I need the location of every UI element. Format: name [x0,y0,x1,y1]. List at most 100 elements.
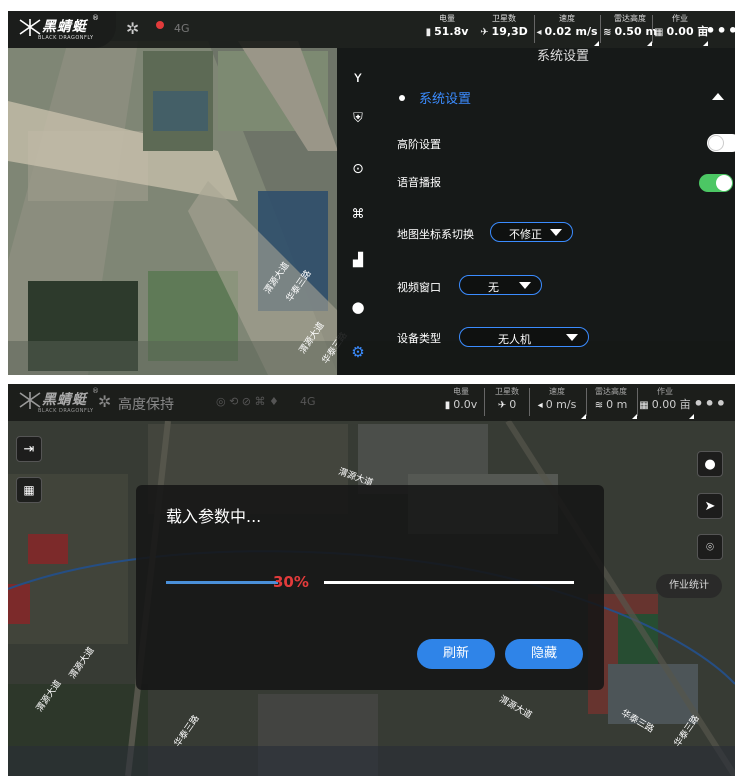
dialog-title: 载入参数中... [166,507,262,526]
drone-controller-icon[interactable]: ⌘ [349,205,367,223]
user-button[interactable]: ● [697,451,723,477]
radar-icon: ≋ [603,27,612,38]
fan-icon: ✲ [126,19,140,38]
exit-button[interactable]: ⇥ [16,436,42,462]
settings-sidebar: ʏ ⛨ ⊙ ⌘ ▟ ● ⚙ [337,48,379,375]
telemetry-value: 0.0v [453,398,478,411]
voice-broadcast-toggle[interactable] [699,174,733,192]
sprout-icon[interactable]: ʏ [349,68,367,86]
chevron-down-icon [550,229,562,236]
progress-remaining [324,581,574,584]
work-area-icon: ▦ [639,400,649,411]
corner-mark [594,41,599,46]
divider [586,388,587,416]
progress-text: 30% [273,573,309,591]
divider [600,15,601,43]
location-icon: ⌾ [706,539,714,555]
telemetry-value: 0 [509,398,517,411]
telemetry-work: 作业 ▦ 0.00 亩 [639,387,691,414]
navigate-icon: ➤ [704,498,716,514]
brand-subtitle: BLACK DRAGONFLY [38,408,94,414]
drone-icon [156,21,164,29]
coord-select[interactable]: 不修正 [490,222,573,242]
advanced-settings-toggle[interactable] [707,134,735,152]
radar-icon: ≋ [594,400,604,411]
brand-subtitle: BLACK DRAGONFLY [38,35,94,41]
loading-screen: 渭源大道 渭源大道 华泰三路 华泰三路 渭源大道 渭源大道 华泰三路 黑蜻蜓 ®… [8,384,735,776]
hide-button[interactable]: 隐藏 [505,639,583,669]
signal-label: 4G [174,22,190,35]
status-bar: 黑蜻蜓 ® BLACK DRAGONFLY ✲ 4G 电量 ▮ 51.8v 卫星数… [8,11,735,48]
telemetry-label: 电量 [453,387,469,396]
shield-icon[interactable]: ⛨ [349,109,367,127]
coord-select-value: 不修正 [509,228,542,241]
divider [484,388,485,416]
telemetry-value: 51.8v [434,25,469,38]
field-icon[interactable]: ▟ [349,251,367,269]
collapse-arrow-icon[interactable] [712,93,724,100]
work-stats-button[interactable]: 作业统计 [656,574,722,598]
more-menu-button[interactable]: ••• [693,394,727,413]
telemetry-label: 卫星数 [492,14,516,23]
battery-icon: ▮ [425,27,432,38]
work-area-icon: ▦ [654,27,664,38]
device-select-value: 无人机 [498,333,531,346]
settings-screen: 渭源大道 华泰三路 渭源大道 华泰三路 黑蜻蜓 ® BLACK DRAGONFL… [8,11,735,375]
telemetry-battery: 电量 ▮ 51.8v [422,14,472,41]
status-icons: ◎ ⟲ ⊘ ⌘ ♦ [216,395,279,408]
battery-icon: ▮ [444,400,451,411]
telemetry-label: 电量 [439,14,455,23]
telemetry-value: 19,3D [491,25,528,38]
location-button[interactable]: ⌾ [697,534,723,560]
video-select-value: 无 [488,281,499,294]
telemetry-label: 雷达高度 [595,387,627,396]
telemetry-value: 0.02 m/s [544,25,598,38]
satellite-icon: ✈ [497,400,507,411]
brand-logo: 黑蜻蜓 ® BLACK DRAGONFLY [8,11,116,48]
divider [637,388,638,416]
speed-icon: ◂ [537,400,543,411]
loading-dialog: 载入参数中... 30% 刷新 隐藏 [136,485,604,690]
advanced-settings-label: 高阶设置 [397,138,441,151]
user-icon: ● [704,456,716,472]
brand-name: 黑蜻蜓 [42,19,87,35]
telemetry-label: 作业 [672,14,688,23]
target-icon[interactable]: ⊙ [349,160,367,178]
section-bullet [399,95,405,101]
telemetry-label: 卫星数 [495,387,519,396]
grid-button[interactable]: ▦ [16,477,42,503]
telemetry-satellite: 卫星数 ✈ 19,3D [476,14,532,41]
telemetry-speed: 速度 ◂ 0.02 m/s [536,14,598,41]
signal-label: 4G [300,395,316,408]
telemetry-value: 0.00 亩 [651,398,691,411]
more-menu-button[interactable]: ••• [705,21,735,40]
satellite-icon: ✈ [480,27,489,38]
gear-icon[interactable]: ⚙ [349,343,367,361]
telemetry-radar: 雷达高度 ≋ 0.50 m [602,14,658,41]
coord-switch-label: 地图坐标系切换 [397,228,474,241]
exit-icon: ⇥ [23,441,35,457]
device-type-label: 设备类型 [397,332,441,345]
telemetry-label: 速度 [549,387,565,396]
corner-mark [703,41,708,46]
registered-mark: ® [92,14,99,22]
divider [652,15,653,43]
navigate-button[interactable]: ➤ [697,493,723,519]
video-window-label: 视频窗口 [397,281,441,294]
bottom-bar [8,746,735,776]
refresh-button[interactable]: 刷新 [417,639,495,669]
telemetry-value: 0.50 m [614,25,657,38]
video-select[interactable]: 无 [459,275,542,295]
settings-title: 系统设置 [537,49,590,64]
chevron-down-icon [566,334,578,341]
telemetry-value: 0 m/s [545,398,577,411]
telemetry-battery: 电量 ▮ 0.0v [438,387,484,414]
device-select[interactable]: 无人机 [459,327,589,347]
voice-broadcast-label: 语音播报 [397,176,441,189]
section-title[interactable]: 系统设置 [419,88,471,107]
grid-icon: ▦ [23,483,35,497]
user-icon[interactable]: ● [349,298,367,316]
telemetry-value: 0.00 亩 [666,25,709,38]
telemetry-satellite: 卫星数 ✈ 0 [486,387,528,414]
telemetry-label: 作业 [657,387,673,396]
